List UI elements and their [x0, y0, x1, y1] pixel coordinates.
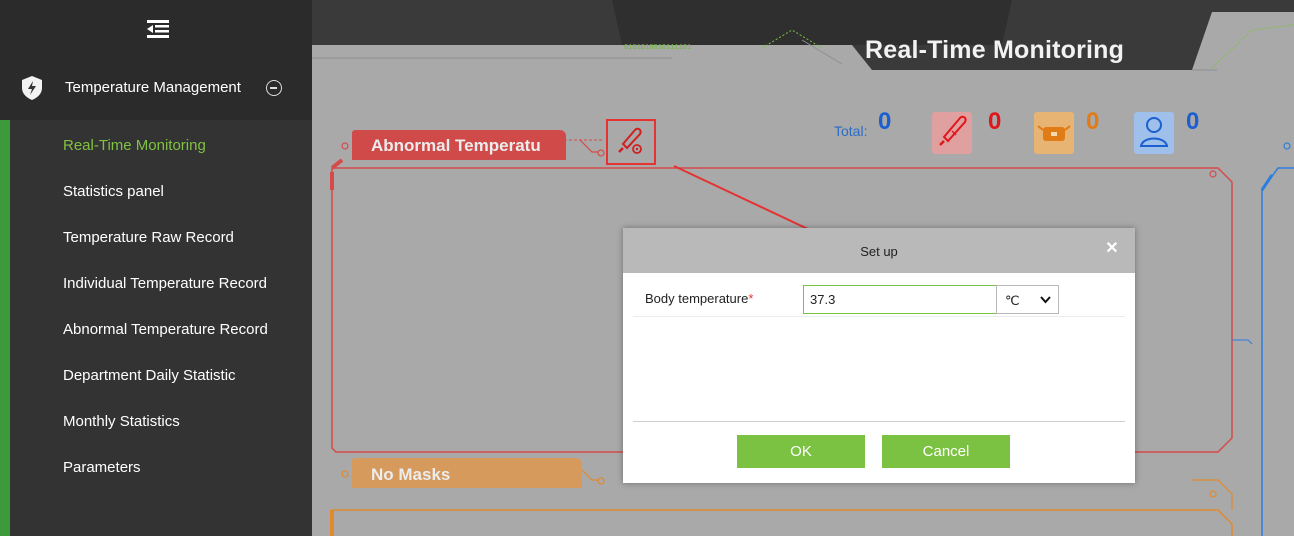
person-icon: [1134, 112, 1174, 154]
body-temperature-input[interactable]: [803, 285, 997, 314]
no-masks-label: No Masks: [371, 465, 451, 484]
sidebar-item-department-daily-statistic[interactable]: Department Daily Statistic: [63, 367, 236, 384]
setup-dialog: Set up ✕ Body temperature* ℃ OK Cancel: [623, 228, 1135, 483]
collapse-minus-icon[interactable]: [266, 80, 282, 96]
header-code-strip: 0101010010111101: [624, 44, 692, 52]
no-mask-count: 0: [1086, 108, 1100, 135]
temperature-unit-select[interactable]: ℃: [996, 285, 1059, 314]
abnormal-temperature-count: 0: [988, 108, 1002, 135]
field-divider: [633, 316, 1125, 317]
shield-bolt-icon: [20, 75, 44, 101]
body-temperature-label: Body temperature*: [645, 291, 754, 306]
module-temperature-management[interactable]: Temperature Management: [0, 66, 312, 112]
thermometer-icon: [932, 112, 972, 154]
sidebar-item-statistics-panel[interactable]: Statistics panel: [63, 183, 164, 200]
page-title: Real-Time Monitoring: [865, 36, 1125, 64]
temperature-unit-value: ℃: [1005, 293, 1020, 308]
total-count: 0: [878, 108, 892, 135]
sidebar-item-parameters[interactable]: Parameters: [63, 459, 141, 476]
cancel-button[interactable]: Cancel: [882, 435, 1010, 468]
abnormal-temperature-tab: Abnormal Temperatu: [352, 130, 566, 160]
abnormal-temperature-label: Abnormal Temperatu: [371, 136, 541, 155]
sidebar-item-temperature-raw-record[interactable]: Temperature Raw Record: [63, 229, 234, 246]
sidebar-item-abnormal-temperature-record[interactable]: Abnormal Temperature Record: [63, 321, 268, 338]
close-icon[interactable]: ✕: [1104, 241, 1120, 257]
required-mark: *: [748, 291, 754, 306]
total-label: Total:: [834, 123, 868, 139]
chevron-down-icon: [1040, 296, 1051, 304]
dialog-title: Set up: [860, 244, 898, 259]
mask-icon: [1034, 112, 1074, 154]
sidebar-item-real-time-monitoring[interactable]: Real-Time Monitoring: [63, 137, 206, 154]
module-label: Temperature Management: [65, 79, 241, 96]
ok-button[interactable]: OK: [737, 435, 865, 468]
active-indicator-bar: [0, 120, 10, 536]
sidebar-header: Temperature Management: [0, 0, 312, 120]
no-masks-tab: No Masks: [352, 458, 582, 488]
temperature-settings-button[interactable]: [606, 119, 656, 165]
dialog-header: Set up ✕: [623, 228, 1135, 273]
thermometer-settings-icon: [618, 127, 642, 154]
footer-divider: [633, 421, 1125, 422]
sidebar: Temperature Management Real-Time Monitor…: [0, 0, 312, 536]
sidebar-item-individual-temperature-record[interactable]: Individual Temperature Record: [63, 275, 267, 292]
sidebar-item-monthly-statistics[interactable]: Monthly Statistics: [63, 413, 180, 430]
person-count: 0: [1186, 108, 1200, 135]
sidebar-menu: Real-Time Monitoring Statistics panel Te…: [10, 120, 312, 536]
collapse-menu-icon[interactable]: [147, 20, 169, 38]
